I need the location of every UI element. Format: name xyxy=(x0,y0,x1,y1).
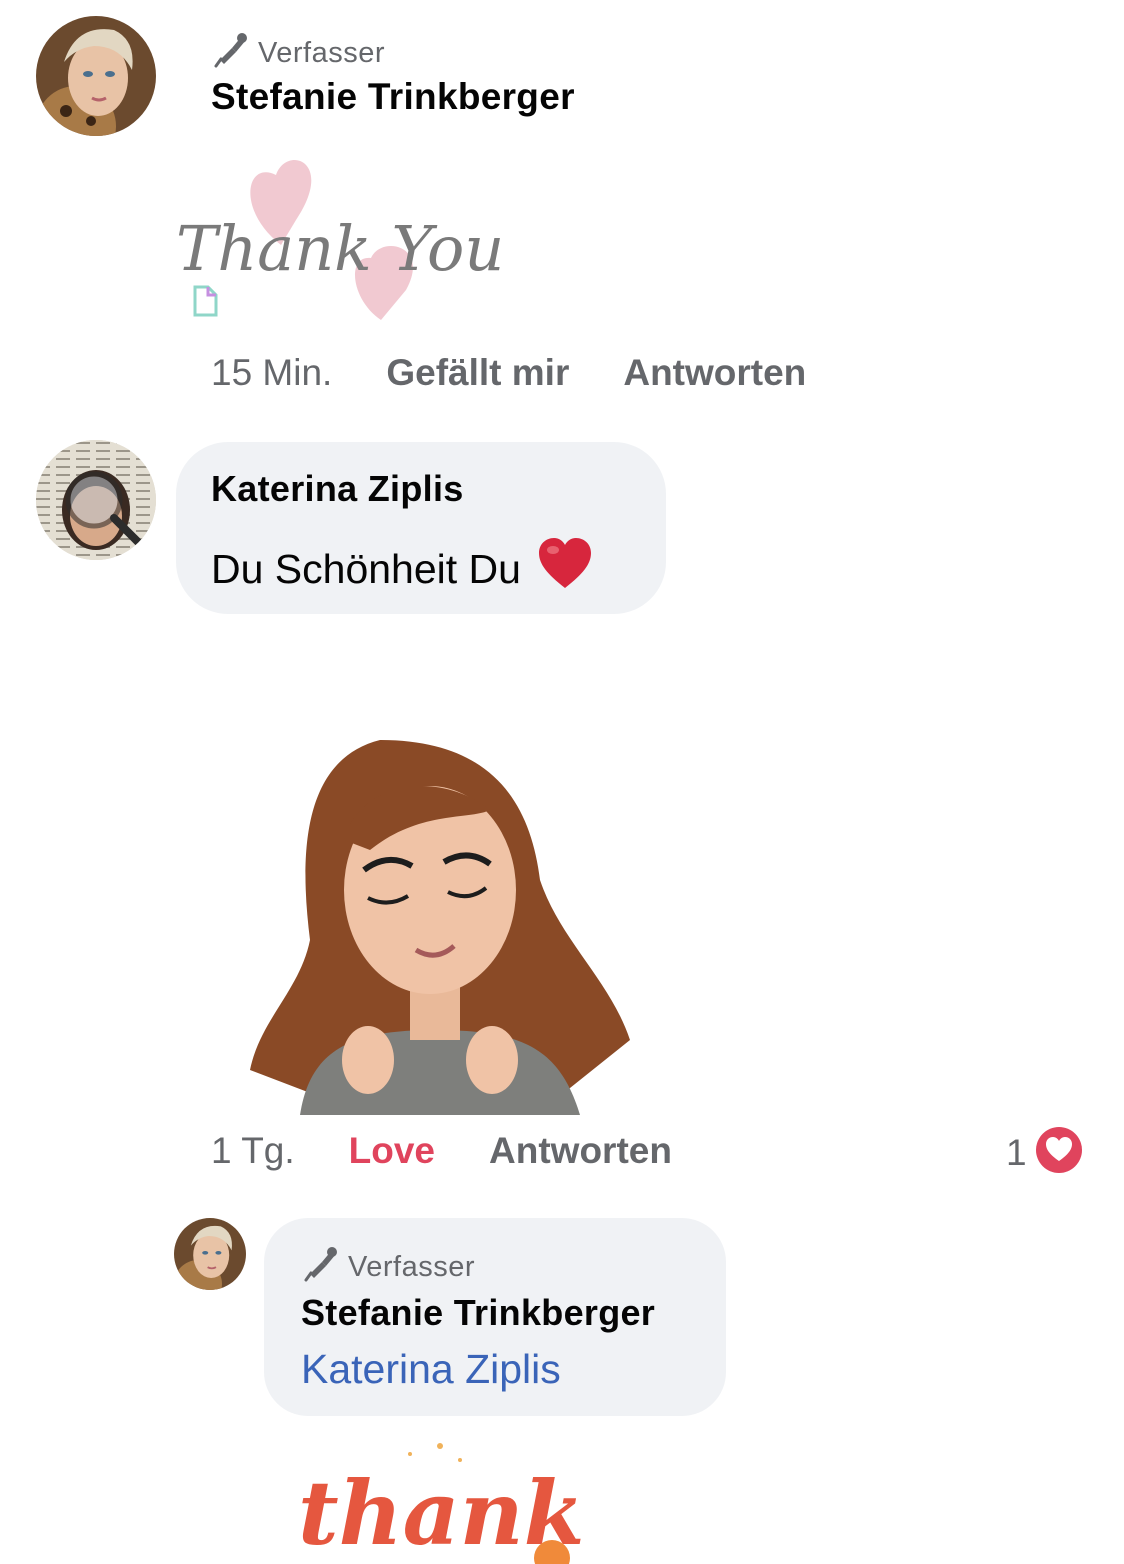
author-badge: Verfasser xyxy=(212,30,385,76)
love-button[interactable]: Love xyxy=(349,1130,435,1172)
heart-emoji-icon xyxy=(537,538,593,600)
comment-author[interactable]: Katerina Ziplis xyxy=(211,468,464,510)
comment-bubble: Katerina Ziplis Du Schönheit Du xyxy=(176,442,666,614)
like-button[interactable]: Gefällt mir xyxy=(386,352,569,394)
avatar[interactable] xyxy=(174,1218,246,1290)
comment-meta: 1 Tg. Love Antworten xyxy=(211,1130,672,1172)
comment-meta: 15 Min. Gefällt mir Antworten xyxy=(211,352,806,394)
pen-icon xyxy=(302,1244,340,1290)
comment-text-body: Du Schönheit Du xyxy=(211,545,521,592)
file-icon xyxy=(192,284,220,318)
sticker-thank[interactable]: thank xyxy=(290,1440,590,1564)
reaction-summary[interactable]: 1 xyxy=(1006,1126,1083,1179)
comment-author[interactable]: Stefanie Trinkberger xyxy=(301,1292,655,1334)
reaction-count: 1 xyxy=(1006,1131,1027,1173)
avatar[interactable] xyxy=(36,440,156,560)
heart-reaction-icon xyxy=(1035,1126,1083,1179)
comment-bubble: Verfasser Stefanie Trinkberger Katerina … xyxy=(264,1218,726,1416)
reply-button[interactable]: Antworten xyxy=(489,1130,672,1172)
avatar[interactable] xyxy=(36,16,156,136)
sticker-thank-you[interactable]: Thank You xyxy=(176,150,506,330)
sticker-text: Thank You xyxy=(176,212,504,285)
comment-timestamp: 1 Tg. xyxy=(211,1130,295,1171)
comment-text: Du Schönheit Du xyxy=(211,538,593,600)
comment-author[interactable]: Stefanie Trinkberger xyxy=(211,76,575,118)
badge-label: Verfasser xyxy=(258,36,385,69)
comment-timestamp: 15 Min. xyxy=(211,352,333,393)
reply-button[interactable]: Antworten xyxy=(623,352,806,394)
mention-link[interactable]: Katerina Ziplis xyxy=(301,1346,561,1393)
avatar-sticker[interactable] xyxy=(240,740,630,1115)
pen-icon xyxy=(212,30,250,76)
badge-label: Verfasser xyxy=(348,1250,475,1283)
author-badge: Verfasser xyxy=(302,1244,475,1290)
